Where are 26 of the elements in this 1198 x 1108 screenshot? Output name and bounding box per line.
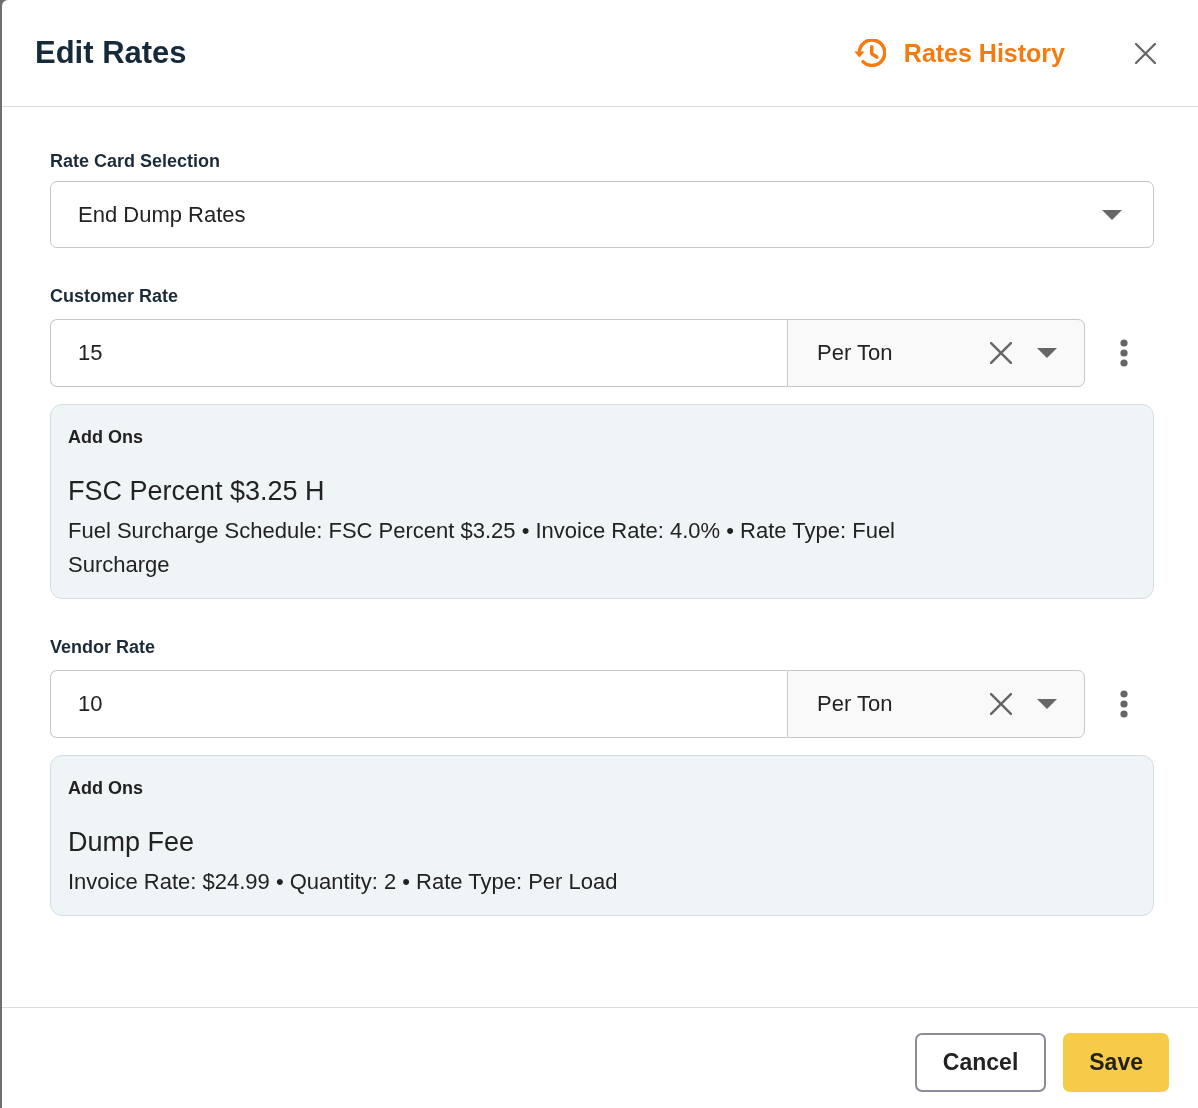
add-on-name: FSC Percent $3.25 H (68, 475, 325, 507)
unit-select[interactable]: Per Ton (787, 670, 1085, 738)
add-on-details: Invoice Rate: $24.99 • Quantity: 2 • Rate Type: Per Load (68, 868, 618, 896)
caret-icon (1102, 209, 1122, 220)
amount-input[interactable]: 10 (50, 670, 787, 738)
cancel-button[interactable]: Cancel (914, 1033, 1047, 1092)
add-ons-heading: Add Ons (68, 777, 143, 799)
rate-card-select[interactable]: End Dump Rates (50, 181, 1154, 248)
dialog-title: Edit Rates (35, 35, 188, 71)
caret-icon (1037, 699, 1057, 709)
add-ons-heading: Add Ons (68, 426, 143, 448)
clear-icon[interactable] (990, 693, 1012, 715)
history-icon (853, 39, 886, 67)
unit-select[interactable]: Per Ton (787, 319, 1085, 387)
field-label: Customer Rate (50, 285, 179, 307)
field-label: Rate Card Selection (50, 150, 221, 172)
add-on-details: Fuel Surcharge Schedule: FSC Percent $3.25 • Invoice Rate: 4.0% • Rate Type: Fuel Surcharge (68, 517, 896, 579)
clear-icon[interactable] (990, 342, 1012, 364)
more-options-icon[interactable] (1120, 339, 1128, 367)
amount-input[interactable]: 15 (50, 319, 787, 387)
field-label: Vendor Rate (50, 636, 156, 658)
save-button[interactable]: Save (1063, 1033, 1169, 1092)
add-on-name: Dump Fee (68, 826, 195, 858)
close-icon[interactable] (1135, 42, 1156, 64)
caret-icon (1037, 348, 1057, 358)
more-options-icon[interactable] (1120, 690, 1128, 718)
